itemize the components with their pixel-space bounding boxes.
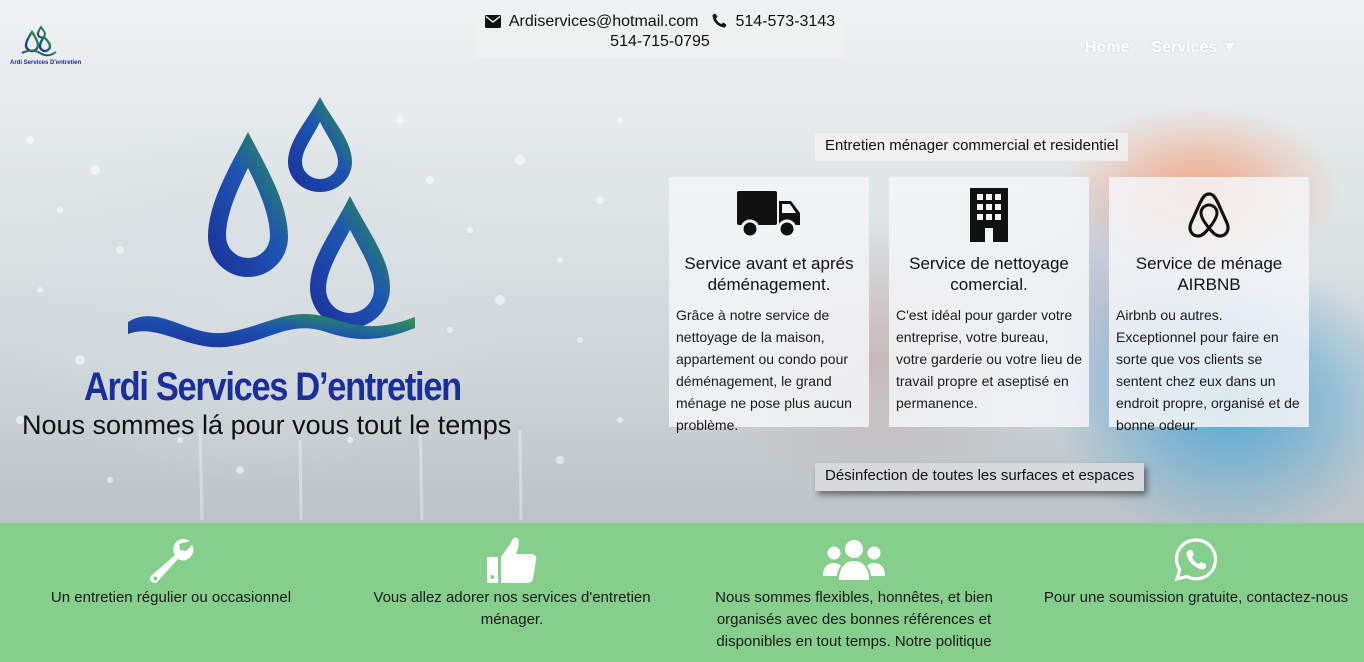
users-icon bbox=[694, 523, 1014, 587]
features-band: Un entretien régulier ou occasionnel Vou… bbox=[0, 523, 1364, 662]
brand-name: Ardi Services D’entretien bbox=[84, 365, 462, 409]
feature-text[interactable]: Pour une soumission gratuite, contactez-… bbox=[1036, 587, 1356, 609]
service-card-title: Service avant et aprés déménagement. bbox=[684, 254, 854, 294]
service-card-title: Service de ménage AIRBNB bbox=[1135, 254, 1283, 294]
hero-tagline: Nous sommes lá pour vous tout le temps bbox=[22, 410, 512, 440]
envelope-icon bbox=[484, 12, 501, 32]
service-card-text: C'est idéal pour garder votre entreprise… bbox=[896, 307, 1082, 411]
contact-phone-1[interactable]: 514-573-3143 bbox=[735, 12, 835, 32]
brand-logo bbox=[128, 97, 415, 348]
feature-love: Vous allez adorer nos services d'entreti… bbox=[352, 523, 672, 631]
feature-text: Un entretien régulier ou occasionnel bbox=[50, 589, 292, 606]
truck-icon bbox=[676, 185, 862, 245]
building-icon bbox=[896, 185, 1082, 245]
service-card-airbnb[interactable]: Service de ménage AIRBNB Airbnb ou autre… bbox=[1109, 177, 1309, 433]
whatsapp-icon[interactable] bbox=[1036, 523, 1356, 587]
feature-text: Vous allez adorer nos services d'entreti… bbox=[373, 589, 651, 628]
nav-services[interactable]: Services ▼ bbox=[1151, 39, 1237, 57]
service-card-moving[interactable]: Service avant et aprés déménagement. Grâ… bbox=[669, 177, 869, 433]
service-card-text: Grâce à notre service de nettoyage de la… bbox=[676, 307, 852, 433]
small-logo-caption: Ardi Services D'entretien bbox=[10, 60, 82, 66]
contact-bar: Ardiservices@hotmail.com 514-573-3143 51… bbox=[475, 8, 845, 58]
feature-contact[interactable]: Pour une soumission gratuite, contactez-… bbox=[1036, 523, 1356, 609]
service-card-text: Airbnb ou autres. Exceptionnel pour fair… bbox=[1116, 307, 1300, 433]
header-logo[interactable]: Ardi Services D'entretien bbox=[10, 24, 82, 68]
feature-text: Nous sommes flexibles, honnêtes, et bien… bbox=[715, 589, 993, 650]
disinfection-banner: Désinfection de toutes les surfaces et e… bbox=[815, 463, 1145, 491]
contact-email[interactable]: Ardiservices@hotmail.com bbox=[509, 12, 699, 32]
wrench-icon bbox=[11, 523, 331, 587]
logo-drops-icon bbox=[21, 25, 57, 57]
services-section-title: Entretien ménager commercial et resident… bbox=[815, 133, 1129, 161]
thumbs-up-icon bbox=[352, 523, 672, 587]
nav-home[interactable]: Home bbox=[1085, 39, 1129, 57]
feature-team: Nous sommes flexibles, honnêtes, et bien… bbox=[694, 523, 1014, 653]
service-card-title: Service de nettoyage comercial. bbox=[909, 254, 1069, 294]
feature-regular: Un entretien régulier ou occasionnel bbox=[11, 523, 331, 609]
contact-phone-2[interactable]: 514-715-0795 bbox=[475, 32, 845, 52]
airbnb-icon bbox=[1116, 185, 1302, 245]
main-nav: Home Services ▼ bbox=[1085, 39, 1238, 57]
service-card-commercial[interactable]: Service de nettoyage comercial. C'est id… bbox=[889, 177, 1089, 427]
phone-icon bbox=[712, 12, 727, 32]
